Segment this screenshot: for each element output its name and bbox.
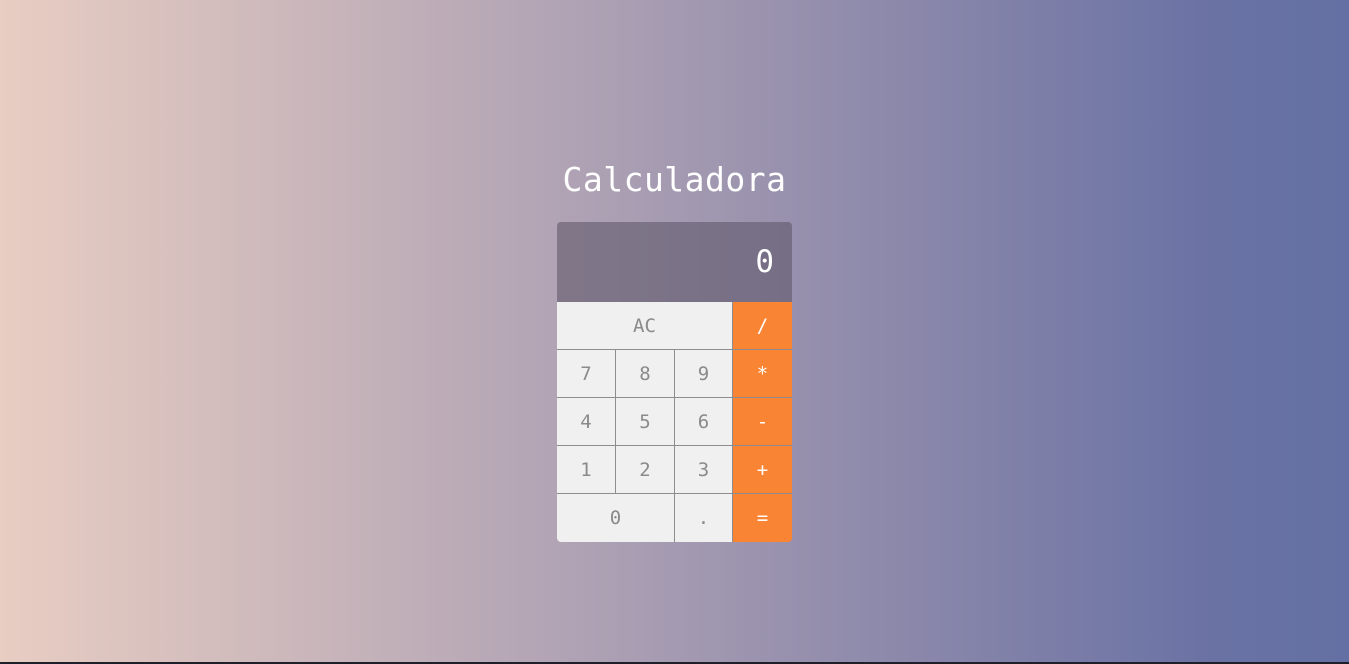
subtract-button[interactable]: - bbox=[733, 398, 792, 446]
keypad: AC / 7 8 9 * 4 5 6 - 1 2 3 + 0 . = bbox=[557, 302, 792, 542]
digit-7-button[interactable]: 7 bbox=[557, 350, 616, 398]
divide-button[interactable]: / bbox=[733, 302, 792, 350]
digit-2-button[interactable]: 2 bbox=[616, 446, 675, 494]
digit-3-button[interactable]: 3 bbox=[675, 446, 733, 494]
digit-9-button[interactable]: 9 bbox=[675, 350, 733, 398]
digit-6-button[interactable]: 6 bbox=[675, 398, 733, 446]
calculator-display: 0 bbox=[557, 222, 792, 302]
decimal-button[interactable]: . bbox=[675, 494, 733, 542]
page-title: Calculadora bbox=[562, 160, 787, 199]
clear-button[interactable]: AC bbox=[557, 302, 733, 350]
calculator: 0 AC / 7 8 9 * 4 5 6 - 1 2 3 + 0 . = bbox=[557, 222, 792, 542]
digit-1-button[interactable]: 1 bbox=[557, 446, 616, 494]
digit-0-button[interactable]: 0 bbox=[557, 494, 675, 542]
equals-button[interactable]: = bbox=[733, 494, 792, 542]
digit-4-button[interactable]: 4 bbox=[557, 398, 616, 446]
multiply-button[interactable]: * bbox=[733, 350, 792, 398]
digit-8-button[interactable]: 8 bbox=[616, 350, 675, 398]
add-button[interactable]: + bbox=[733, 446, 792, 494]
digit-5-button[interactable]: 5 bbox=[616, 398, 675, 446]
